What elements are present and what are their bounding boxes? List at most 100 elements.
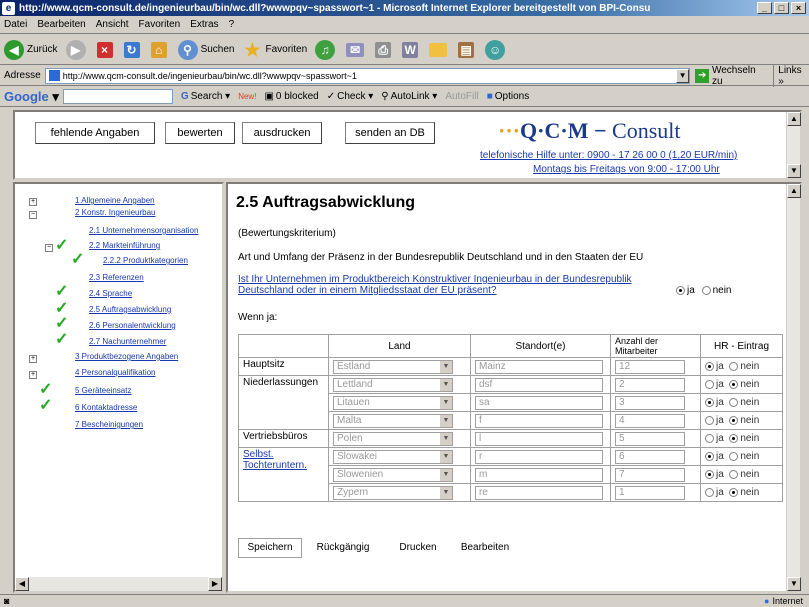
print-button-top[interactable]: ausdrucken [242,122,322,144]
mail-button[interactable]: ✉ [346,42,367,57]
tree-expand-icon[interactable]: + [29,355,37,363]
menu-favoriten[interactable]: Favoriten [139,19,181,30]
tree-collapse-icon[interactable]: − [29,211,37,219]
tree-item-personalqualifikation[interactable]: 4 Personalqualifikation [75,368,156,377]
hr-yes-radio[interactable] [705,415,714,425]
scroll-down-icon[interactable]: ▼ [787,164,801,178]
messenger-button[interactable]: ☺ [485,39,508,60]
hr-no-radio[interactable] [729,433,739,443]
anzahl-input[interactable]: 1 [615,485,685,500]
minimize-button[interactable]: _ [757,2,772,14]
hr-yes-radio[interactable] [705,487,714,497]
land-select[interactable]: Slowenien ▼ [333,467,453,482]
scroll-right-icon[interactable]: ▶ [208,577,222,591]
undo-button[interactable]: Rückgängig [308,538,378,558]
save-button[interactable]: Speichern [238,538,302,558]
anzahl-input[interactable]: 4 [615,413,685,428]
main-frame-scrollbar[interactable]: ▲ ▼ [786,184,801,591]
tree-item-auftragsabwicklung[interactable]: 2.5 Auftragsabwicklung [89,305,171,314]
tree-expand-icon[interactable]: + [29,371,37,379]
research-button[interactable]: ▤ [458,41,477,58]
google-search-input[interactable] [62,89,173,104]
menu-extras[interactable]: Extras [190,19,218,30]
hr-no-radio[interactable] [729,361,739,371]
edit-button[interactable]: W [402,41,421,58]
tree-item-sprache[interactable]: 2.4 Sprache [89,289,132,298]
hr-no-radio[interactable] [729,415,739,425]
anzahl-input[interactable]: 5 [615,431,685,446]
standort-input[interactable]: Mainz [475,359,603,374]
missing-data-button[interactable]: fehlende Angaben [35,122,155,144]
home-button[interactable]: ⌂ [150,41,170,58]
scroll-up-icon[interactable]: ▲ [787,184,801,198]
presence-yes-radio[interactable] [676,285,685,295]
print-button-main[interactable]: Drucken [393,538,443,558]
google-logo[interactable]: Google ▾ [4,89,59,105]
land-select[interactable]: Litauen ▼ [333,395,453,410]
tree-collapse-icon[interactable]: − [45,244,53,252]
anzahl-input[interactable]: 2 [615,377,685,392]
google-search-button[interactable]: G Search ▾ [181,91,230,102]
forward-button[interactable]: ▶ [65,39,89,60]
anzahl-input[interactable]: 3 [615,395,685,410]
go-button[interactable]: ➔ Wechseln zu [695,65,767,87]
hr-yes-radio[interactable] [705,469,714,479]
maximize-button[interactable]: □ [774,2,789,14]
send-to-db-button[interactable]: senden an DB [345,122,435,144]
search-button[interactable]: ⚲ Suchen [177,39,234,60]
tree-item-allgemeine-angaben[interactable]: 1 Allgemeine Angaben [75,196,155,205]
hr-yes-radio[interactable] [705,451,714,461]
tree-item-personalentwicklung[interactable]: 2.6 Personalentwicklung [89,321,176,330]
land-select[interactable]: Slowakei ▼ [333,449,453,464]
scroll-down-icon[interactable]: ▼ [787,577,801,591]
hr-yes-radio[interactable] [705,397,714,407]
hr-no-radio[interactable] [729,379,739,389]
standort-input[interactable]: dsf [475,377,603,392]
tree-item-produktbezogene-angaben[interactable]: 3 Produktbezogene Angaben [75,352,178,361]
question-link[interactable]: Ist Ihr Unternehmen im Produktbereich Ko… [238,274,632,296]
tree-item-geraeteeinsatz[interactable]: 5 Geräteeinsatz [75,386,131,395]
tree-item-konstr-ingenieurbau[interactable]: 2 Konstr. Ingenieurbau [75,208,156,217]
hr-yes-radio[interactable] [705,379,714,389]
tree-item-unternehmensorganisation[interactable]: 2.1 Unternehmensorganisation [89,226,198,235]
standort-input[interactable]: f [475,413,603,428]
land-select[interactable]: Polen ▼ [333,431,453,446]
land-select[interactable]: Malta ▼ [333,413,453,428]
tree-horizontal-scrollbar[interactable]: ◀ ▶ [15,577,222,591]
standort-input[interactable]: r [475,449,603,464]
autofill-button[interactable]: AutoFill [445,91,478,102]
tree-item-referenzen[interactable]: 2.3 Referenzen [89,273,144,282]
menu-help[interactable]: ? [229,19,235,30]
standort-input[interactable]: re [475,485,603,500]
scroll-up-icon[interactable]: ▲ [787,112,801,126]
tree-item-kontaktadresse[interactable]: 6 Kontaktadresse [75,403,137,412]
close-button[interactable]: × [791,2,806,14]
options-button[interactable]: ■ Options [487,91,530,102]
hr-no-radio[interactable] [729,397,739,407]
land-select[interactable]: Zypern ▼ [333,485,453,500]
hr-yes-radio[interactable] [705,361,714,371]
address-input[interactable]: http://www.qcm-consult.de/ingenieurbau/b… [44,67,690,84]
menu-datei[interactable]: Datei [4,19,27,30]
stop-button[interactable]: × [96,41,116,58]
tree-item-markteinfuehrung[interactable]: 2.2 Markteinführung [89,241,160,250]
print-button[interactable]: ⎙ [375,41,394,58]
menu-bearbeiten[interactable]: Bearbeiten [37,19,85,30]
standort-input[interactable]: l [475,431,603,446]
spell-check-button[interactable]: ✓ Check ▾ [327,91,374,102]
land-select[interactable]: Lettland ▼ [333,377,453,392]
standort-input[interactable]: sa [475,395,603,410]
tree-item-produktkategorien[interactable]: 2.2.2 Produktkategorien [103,256,188,265]
hr-yes-radio[interactable] [705,433,714,443]
hr-no-radio[interactable] [729,487,739,497]
scroll-left-icon[interactable]: ◀ [15,577,29,591]
autolink-button[interactable]: ⚲ AutoLink ▾ [381,91,437,102]
tree-item-nachunternehmer[interactable]: 2.7 Nachunternehmer [89,337,166,346]
google-new-button[interactable]: New! [238,92,256,101]
refresh-button[interactable]: ↻ [123,41,143,58]
address-dropdown-icon[interactable]: ▼ [675,68,690,83]
favorites-button[interactable]: ★ Favoriten [242,40,307,60]
help-hotline-link[interactable]: telefonische Hilfe unter: 0900 - 17 26 0… [480,150,737,161]
anzahl-input[interactable]: 12 [615,359,685,374]
presence-no-radio[interactable] [701,285,711,295]
